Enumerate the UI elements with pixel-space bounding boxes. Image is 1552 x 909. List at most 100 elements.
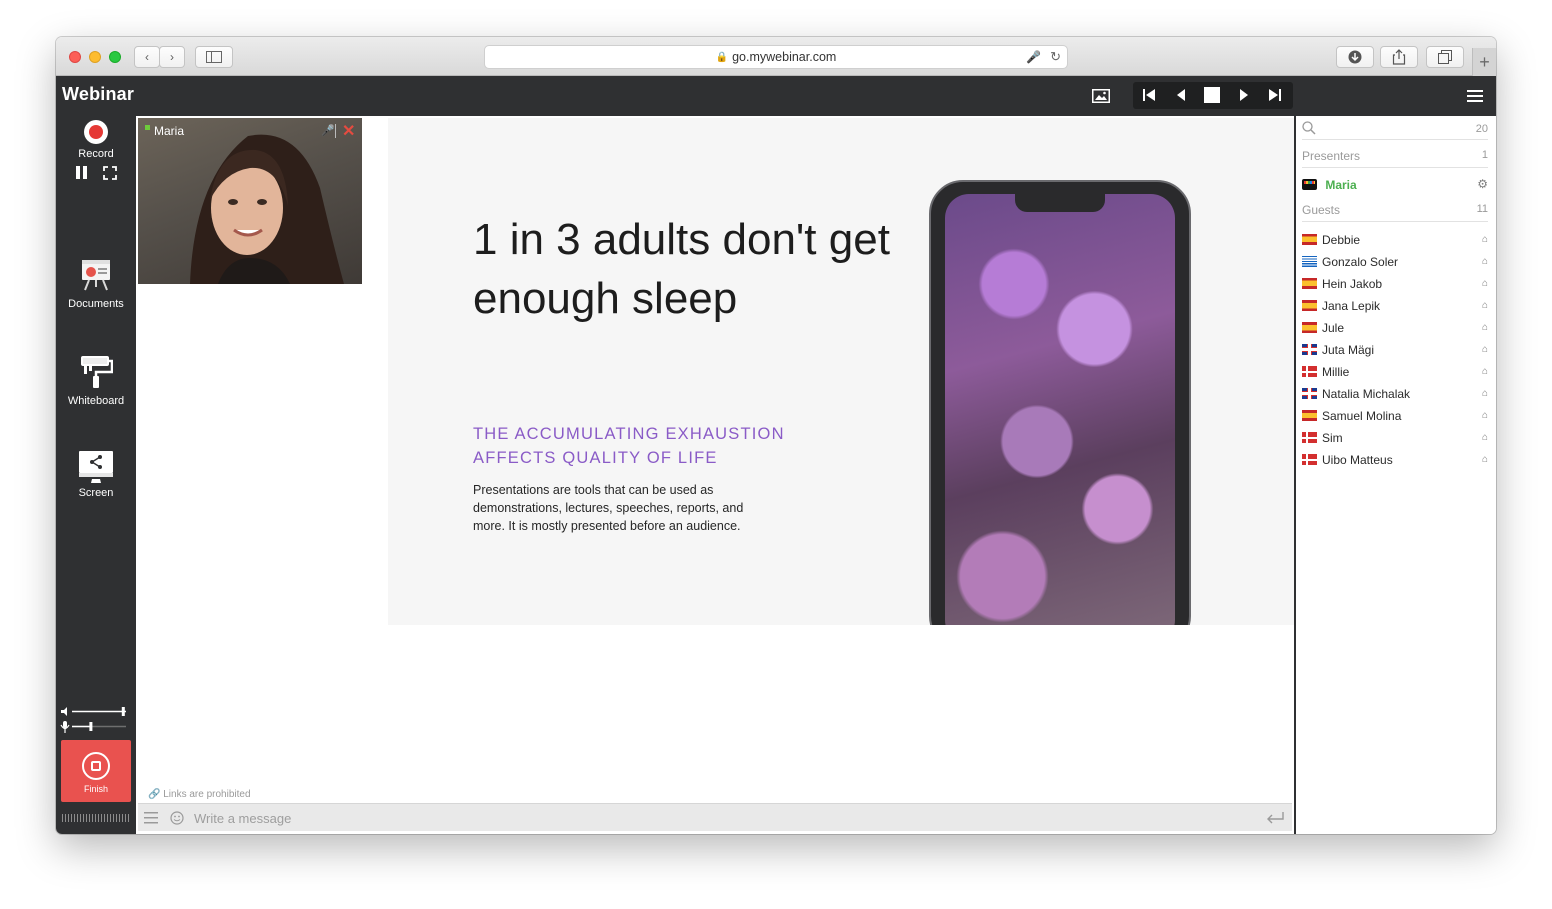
close-window-button[interactable] <box>69 51 81 63</box>
new-tab-button[interactable]: + <box>1472 48 1496 76</box>
flag-icon <box>1302 366 1317 377</box>
emoji-icon[interactable] <box>170 811 184 825</box>
guest-options-icon[interactable]: ⌂ <box>1482 322 1488 333</box>
presentation-slide: 1 in 3 adults don't get enough sleep THE… <box>388 118 1294 625</box>
finish-label: Finish <box>83 784 108 794</box>
volume-sliders[interactable] <box>60 706 132 740</box>
webcam-presenter-name: Maria <box>154 124 185 138</box>
app-title: Webinar <box>62 84 135 104</box>
guest-name: Samuel Molina <box>1322 409 1402 423</box>
guest-row[interactable]: Jule ⌂ <box>1302 321 1488 335</box>
share-icon <box>1392 49 1406 65</box>
main-content: Maria 🎤 ✕ 1 in 3 adults don't get enough… <box>136 116 1294 834</box>
tabs-overview-button[interactable] <box>1426 46 1464 68</box>
guest-name: Uibo Matteus <box>1322 453 1393 467</box>
close-icon[interactable]: ✕ <box>342 121 355 141</box>
mic-volume-knob <box>89 722 93 731</box>
participants-total: 20 <box>1475 123 1488 135</box>
download-icon <box>1348 50 1362 64</box>
reload-icon[interactable]: ↻ <box>1050 49 1061 65</box>
screen-label: Screen <box>78 487 114 499</box>
guests-header: Guests 11 <box>1302 203 1488 217</box>
stop-presentation-button[interactable] <box>1202 85 1222 105</box>
microphone-icon[interactable]: 🎤 <box>321 124 335 137</box>
guest-options-icon[interactable]: ⌂ <box>1482 278 1488 289</box>
guest-row[interactable]: Hein Jakob ⌂ <box>1302 277 1488 291</box>
address-bar[interactable]: 🔒 go.mywebinar.com 🎤 ↻ <box>484 45 1068 69</box>
presenter-row[interactable]: Maria ⚙ <box>1302 177 1488 192</box>
browser-toolbar: ‹ › 🔒 go.mywebinar.com 🎤 ↻ + <box>56 37 1496 76</box>
guest-options-icon[interactable]: ⌂ <box>1482 366 1488 377</box>
first-slide-button[interactable] <box>1139 85 1159 105</box>
guest-options-icon[interactable]: ⌂ <box>1482 344 1488 355</box>
screen-share-button[interactable]: Screen <box>56 450 136 499</box>
guest-options-icon[interactable]: ⌂ <box>1482 256 1488 267</box>
fullscreen-icon[interactable] <box>103 166 117 180</box>
flag-icon <box>1302 278 1317 289</box>
guest-row[interactable]: Gonzalo Soler ⌂ <box>1302 255 1488 269</box>
guest-options-icon[interactable]: ⌂ <box>1482 410 1488 421</box>
water-drops-photo <box>945 194 1175 625</box>
message-input[interactable]: Write a message <box>194 811 291 826</box>
guest-options-icon[interactable]: ⌂ <box>1482 388 1488 399</box>
guest-row[interactable]: Debbie ⌂ <box>1302 233 1488 247</box>
guest-options-icon[interactable]: ⌂ <box>1482 454 1488 465</box>
menu-button[interactable] <box>1465 86 1485 106</box>
list-menu-icon[interactable] <box>144 812 158 824</box>
presenters-label: Presenters <box>1302 149 1361 163</box>
forward-button[interactable]: › <box>159 46 185 68</box>
participant-search[interactable]: 20 <box>1302 121 1488 137</box>
microphone-icon[interactable]: 🎤 <box>1026 50 1041 64</box>
guest-row[interactable]: Juta Mägi ⌂ <box>1302 343 1488 357</box>
documents-button[interactable]: Documents <box>56 259 136 310</box>
previous-slide-button[interactable] <box>1171 85 1191 105</box>
hamburger-icon <box>1467 90 1483 102</box>
link-icon: 🔗 <box>148 789 161 800</box>
downloads-button[interactable] <box>1336 46 1374 68</box>
presenter-name: Maria <box>1325 178 1357 192</box>
guest-row[interactable]: Sim ⌂ <box>1302 431 1488 445</box>
guest-row[interactable]: Uibo Matteus ⌂ <box>1302 453 1488 467</box>
presenter-icon <box>1302 179 1317 190</box>
flag-icon <box>1302 234 1317 245</box>
image-button[interactable] <box>1091 86 1111 106</box>
flag-icon <box>1302 388 1317 399</box>
browser-window: ‹ › 🔒 go.mywebinar.com 🎤 ↻ + Webinar Rec… <box>56 37 1496 834</box>
slide-headline: 1 in 3 adults don't get enough sleep <box>473 215 890 323</box>
gear-icon[interactable]: ⚙ <box>1477 177 1488 191</box>
triangle-right-icon <box>1240 89 1248 101</box>
zoom-window-button[interactable] <box>109 51 121 63</box>
presenter-video <box>190 134 344 284</box>
url-text: go.mywebinar.com <box>732 50 837 64</box>
flag-icon <box>1302 344 1317 355</box>
finish-button[interactable]: Finish <box>61 740 131 802</box>
guest-row[interactable]: Millie ⌂ <box>1302 365 1488 379</box>
guest-row[interactable]: Samuel Molina ⌂ <box>1302 409 1488 423</box>
record-button[interactable]: Record <box>56 119 136 160</box>
chevron-right-icon: › <box>170 50 174 64</box>
stop-icon <box>1204 87 1220 103</box>
next-slide-button[interactable] <box>1234 85 1254 105</box>
pause-icon[interactable] <box>76 166 88 179</box>
guest-options-icon[interactable]: ⌂ <box>1482 432 1488 443</box>
back-button[interactable]: ‹ <box>134 46 160 68</box>
whiteboard-button[interactable]: Whiteboard <box>56 354 136 407</box>
chat-input-bar[interactable]: Write a message <box>138 803 1292 831</box>
share-button[interactable] <box>1380 46 1418 68</box>
record-icon <box>84 120 108 144</box>
enter-send-icon[interactable] <box>1266 812 1284 824</box>
phone-mockup-image <box>929 180 1191 625</box>
guest-row[interactable]: Jana Lepik ⌂ <box>1302 299 1488 313</box>
presenters-header: Presenters 1 <box>1302 149 1488 163</box>
left-sidebar: Record Documents Whiteboard Screen Finis… <box>56 116 136 834</box>
guest-row[interactable]: Natalia Michalak ⌂ <box>1302 387 1488 401</box>
image-icon <box>1092 89 1110 103</box>
guest-options-icon[interactable]: ⌂ <box>1482 234 1488 245</box>
sidebar-toggle-button[interactable] <box>195 46 233 68</box>
last-slide-button[interactable] <box>1265 85 1285 105</box>
slide-body: Presentations are tools that can be used… <box>473 483 744 533</box>
participants-panel: 20 Presenters 1 Maria ⚙ Guests 11 Debbie… <box>1294 116 1496 834</box>
guest-options-icon[interactable]: ⌂ <box>1482 300 1488 311</box>
minimize-window-button[interactable] <box>89 51 101 63</box>
audio-level-meter <box>62 814 130 822</box>
